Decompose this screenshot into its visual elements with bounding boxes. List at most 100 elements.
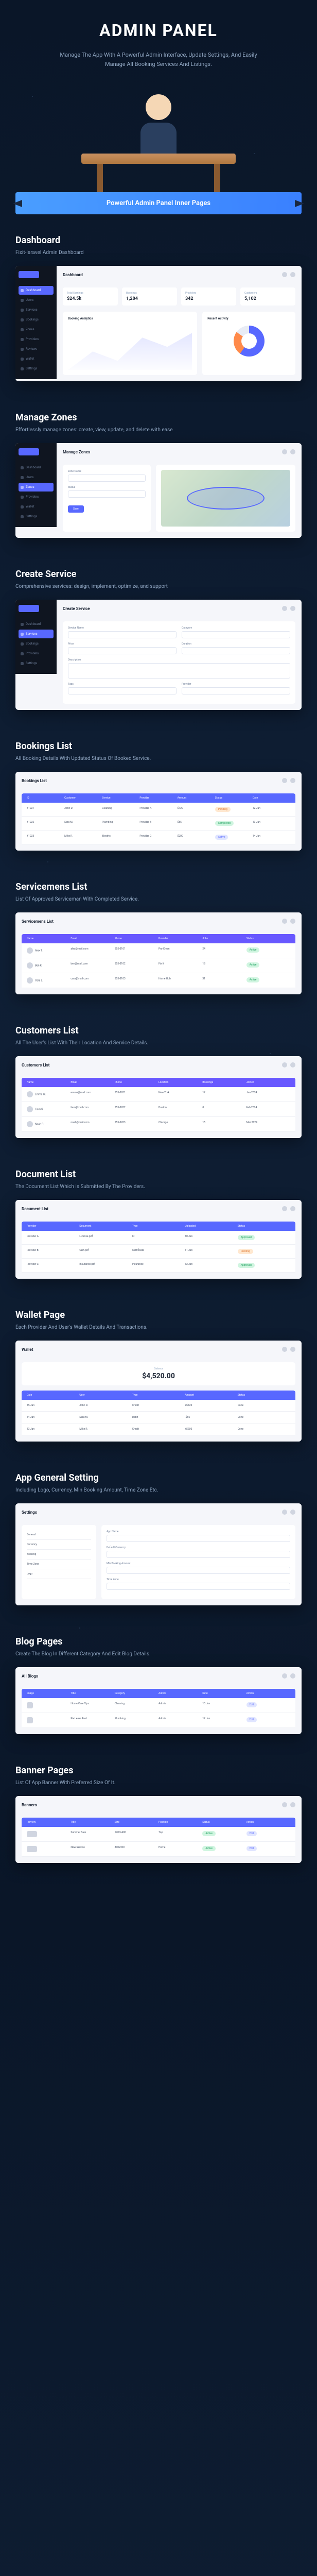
section-desc: Including Logo, Currency, Min Booking Am…	[15, 1486, 302, 1494]
settings-tab[interactable]: Currency	[27, 1540, 91, 1550]
table-row[interactable]: Alex T.alex@mail.com555-0101Pro Clean24A…	[22, 943, 295, 958]
sidebar-item-wallet[interactable]: Wallet	[19, 354, 54, 363]
section-title: Blog Pages	[15, 1636, 302, 1647]
table-row[interactable]: Ben K.ben@mail.com555-0102Fix It18Active	[22, 958, 295, 973]
tags-input[interactable]	[68, 687, 177, 694]
provider-input[interactable]	[182, 687, 290, 694]
stat-providers: Providers342	[181, 287, 236, 306]
table-row[interactable]: 13 JanMike R.Credit+$200Done	[22, 1423, 295, 1435]
service-name-input[interactable]	[68, 631, 177, 638]
bookings-screenshot: Bookings List IDCustomerServiceProviderA…	[15, 772, 302, 851]
create-service-screenshot: Dashboard Services Bookings Providers Se…	[15, 600, 302, 710]
page-title: ADMIN PANEL	[15, 21, 302, 40]
section-desc: All The User's List With Their Location …	[15, 1039, 302, 1047]
table-row[interactable]: 14 JanSara M.Debit-$85Done	[22, 1412, 295, 1423]
zone-map[interactable]	[161, 470, 290, 527]
section-customers: Customers List All The User's List With …	[15, 1025, 302, 1138]
app-logo	[19, 271, 39, 278]
donut-chart	[234, 326, 265, 357]
currency-input[interactable]	[107, 1551, 290, 1558]
section-title: Bookings List	[15, 741, 302, 752]
table-row[interactable]: Liam S.liam@mail.com555-0202Boston8Feb 2…	[22, 1102, 295, 1117]
analytics-chart	[68, 324, 192, 370]
section-title: Servicemens List	[15, 882, 302, 892]
app-name-input[interactable]	[107, 1535, 290, 1542]
section-banner: Banner Pages List Of App Banner With Pre…	[15, 1765, 302, 1863]
documents-screenshot: Document List ProviderDocumentTypeUpload…	[15, 1200, 302, 1279]
table-row[interactable]: Home Care TipsCleaningAdmin10 JanEdit	[22, 1698, 295, 1713]
section-title: Document List	[15, 1169, 302, 1180]
settings-tab[interactable]: General	[27, 1530, 91, 1540]
section-desc: List Of Approved Serviceman With Complet…	[15, 895, 302, 903]
section-title: Dashboard	[15, 235, 302, 246]
sidebar-item-services[interactable]: Services	[19, 306, 54, 314]
wallet-screenshot: Wallet Balance $4,520.00 DateUserTypeAmo…	[15, 1341, 302, 1442]
user-avatar-icon[interactable]	[290, 272, 295, 277]
duration-input[interactable]	[182, 647, 290, 654]
section-documents: Document List The Document List Which is…	[15, 1169, 302, 1279]
section-blog: Blog Pages Create The Blog In Different …	[15, 1636, 302, 1734]
table-row[interactable]: Cara L.cara@mail.com555-0103Home Hub31Ac…	[22, 973, 295, 988]
sidebar-item-providers[interactable]: Providers	[19, 335, 54, 344]
table-row[interactable]: Provider CInsurance.pdfInsurance12 JanAp…	[22, 1259, 295, 1273]
sidebar-item-dashboard[interactable]: Dashboard	[19, 286, 54, 295]
table-row[interactable]: 15 JanJohn D.Credit+$120Done	[22, 1400, 295, 1412]
save-button[interactable]: Save	[68, 505, 84, 513]
section-title: App General Setting	[15, 1472, 302, 1483]
section-settings: App General Setting Including Logo, Curr…	[15, 1472, 302, 1605]
section-servicemens: Servicemens List List Of Approved Servic…	[15, 882, 302, 994]
section-title: Customers List	[15, 1025, 302, 1036]
stat-earnings: Total Earnings$24.5k	[63, 287, 118, 306]
section-title: Manage Zones	[15, 412, 302, 423]
table-row[interactable]: Provider BCert.pdfCertificate11 JanPendi…	[22, 1245, 295, 1259]
wallet-balance: $4,520.00	[27, 1372, 290, 1380]
stat-bookings: Bookings1,284	[122, 287, 177, 306]
hero-illustration	[15, 84, 302, 177]
sidebar-item-zones[interactable]: Zones	[19, 325, 54, 334]
zone-status-input[interactable]	[68, 490, 146, 498]
section-title: Create Service	[15, 569, 302, 580]
category-input[interactable]	[182, 631, 290, 638]
table-row[interactable]: New Service800x300HomeActiveEdit	[22, 1842, 295, 1857]
description-input[interactable]	[68, 663, 290, 679]
section-zones: Manage Zones Effortlessly manage zones: …	[15, 412, 302, 538]
table-row[interactable]: #1023Mike R.ElectricProvider C$200Active…	[22, 831, 295, 844]
section-title: Wallet Page	[15, 1310, 302, 1320]
table-row[interactable]: Noah P.noah@mail.com555-0203Chicago15Mar…	[22, 1117, 295, 1132]
section-desc: Fixit-laravel Admin Dashboard	[15, 249, 302, 257]
stat-customers: Customers5,102	[240, 287, 295, 306]
settings-tab[interactable]: Logo	[27, 1569, 91, 1579]
sidebar-item-reviews[interactable]: Reviews	[19, 345, 54, 353]
blog-screenshot: All Blogs ImageTitleCategoryAuthorDateAc…	[15, 1667, 302, 1734]
servicemens-screenshot: Servicemens List NameEmailPhoneProviderJ…	[15, 912, 302, 994]
customers-screenshot: Customers List NameEmailPhoneLocationBoo…	[15, 1056, 302, 1138]
sidebar-item-bookings[interactable]: Bookings	[19, 315, 54, 324]
section-desc: The Document List Which is Submitted By …	[15, 1183, 302, 1191]
min-booking-input[interactable]	[107, 1567, 290, 1574]
sidebar-item-settings[interactable]: Settings	[19, 364, 54, 373]
banner-screenshot: Banners PreviewTitleSizePositionStatusAc…	[15, 1796, 302, 1863]
section-dashboard: Dashboard Fixit-laravel Admin Dashboard …	[15, 235, 302, 381]
arrow-right-icon	[295, 200, 304, 207]
table-row[interactable]: #1021John D.CleaningProvider A$120Pendin…	[22, 803, 295, 817]
arrow-left-icon	[13, 200, 22, 207]
page-description: Manage The App With A Powerful Admin Int…	[56, 50, 261, 69]
section-bookings: Bookings List All Booking Details With U…	[15, 741, 302, 851]
notification-icon[interactable]	[282, 272, 287, 277]
table-row[interactable]: #1022Sara M.PlumbingProvider B$85Complet…	[22, 817, 295, 831]
table-row[interactable]: Fix Leaks FastPlumbingAdmin12 JanEdit	[22, 1713, 295, 1728]
dashboard-screenshot: Dashboard Users Services Bookings Zones …	[15, 266, 302, 381]
zones-screenshot: Dashboard Users Zones Providers Wallet S…	[15, 443, 302, 538]
settings-tab[interactable]: Time Zone	[27, 1560, 91, 1569]
section-desc: List Of App Banner With Preferred Size O…	[15, 1779, 302, 1787]
settings-tab[interactable]: Booking	[27, 1550, 91, 1560]
price-input[interactable]	[68, 647, 177, 654]
settings-screenshot: Settings General Currency Booking Time Z…	[15, 1503, 302, 1605]
timezone-input[interactable]	[107, 1583, 290, 1590]
table-row[interactable]: Emma W.emma@mail.com555-0201New York12Ja…	[22, 1087, 295, 1102]
section-create-service: Create Service Comprehensive services: d…	[15, 569, 302, 710]
sidebar-item-users[interactable]: Users	[19, 296, 54, 304]
zone-name-input[interactable]	[68, 474, 146, 482]
table-row[interactable]: Summer Sale1200x400TopActiveEdit	[22, 1827, 295, 1842]
table-row[interactable]: Provider ALicense.pdfID10 JanApproved	[22, 1231, 295, 1245]
